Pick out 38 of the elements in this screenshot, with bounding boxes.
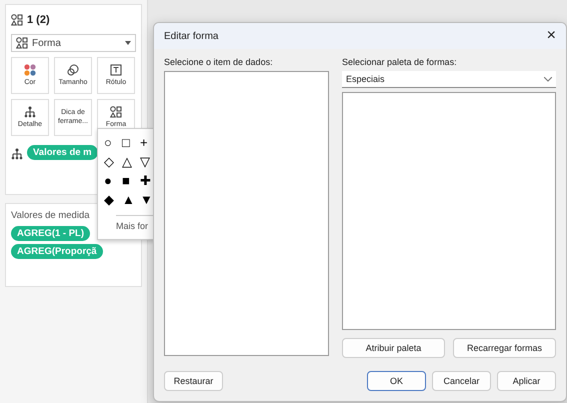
shapes-icon [110, 106, 122, 118]
shape-option[interactable]: ▼ [140, 192, 154, 207]
shape-option[interactable]: ▽ [140, 154, 154, 169]
palette-button[interactable]: Recarregar formas [453, 338, 556, 358]
shape-palette-list[interactable] [342, 92, 556, 330]
shape-option[interactable]: ◇ [104, 154, 122, 169]
hierarchy-icon [24, 106, 36, 118]
dialog-title: Editar forma [164, 30, 218, 42]
palette-button[interactable]: Atribuir paleta [342, 338, 445, 358]
dialog-button[interactable]: OK [367, 371, 426, 391]
color-dots-icon [24, 64, 36, 76]
data-item-list[interactable] [164, 71, 329, 356]
shape-option[interactable]: □ [122, 135, 140, 150]
section-title: Valores de medida [11, 210, 91, 221]
shape-option[interactable]: ■ [122, 173, 140, 188]
hierarchy-icon [11, 148, 23, 160]
palette-label: Selecionar paleta de formas: [342, 57, 458, 67]
shapes-icon [11, 14, 23, 26]
shape-option[interactable]: ◆ [104, 192, 122, 207]
marks-title: 1 (2) [27, 14, 50, 26]
data-item-label: Selecione o item de dados: [164, 57, 274, 67]
text-label-icon [110, 64, 122, 76]
shape-option[interactable]: △ [122, 154, 140, 169]
chevron-icon [544, 76, 552, 82]
caret-icon [125, 41, 131, 45]
shape-option[interactable]: ○ [104, 135, 122, 150]
dialog-button[interactable]: Cancelar [432, 371, 491, 391]
mark-type-dropdown[interactable]: Forma [11, 34, 136, 52]
shape-option[interactable]: ✚ [140, 173, 154, 188]
shapes-icon [16, 37, 28, 49]
palette-dropdown[interactable]: Especiais [342, 71, 556, 88]
shape-option[interactable]: ▲ [122, 192, 140, 207]
shape-option[interactable]: ● [104, 173, 122, 188]
size-icon [67, 64, 79, 76]
dialog-button[interactable]: Aplicar [497, 371, 556, 391]
shape-option[interactable]: + [140, 135, 154, 150]
close-button[interactable]: × [546, 27, 556, 45]
restore-button[interactable]: Restaurar [164, 371, 223, 391]
